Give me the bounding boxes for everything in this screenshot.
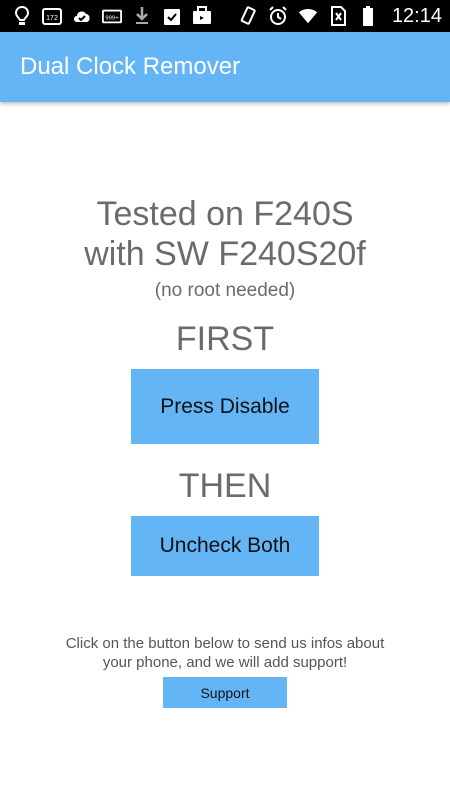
first-step-heading: FIRST: [175, 320, 275, 358]
no-root-note: (no root needed): [154, 280, 296, 301]
main-content: Tested on F240S with SW F240S20f (no roo…: [0, 102, 450, 800]
download-icon: [132, 6, 152, 26]
support-button[interactable]: Support: [163, 677, 287, 708]
status-left-icons: 172 999+: [12, 6, 212, 26]
wifi-icon: [298, 6, 318, 26]
calendar-badge-text: 172: [46, 15, 58, 22]
email-999-icon: 999+: [102, 6, 122, 26]
then-step-heading: THEN: [178, 467, 272, 505]
status-right-icons: 12:14: [238, 5, 442, 28]
status-time: 12:14: [391, 4, 442, 27]
clipboard-check-icon: [162, 6, 182, 26]
check-badge-icon: [72, 6, 92, 26]
status-bar: 172 999+ 12:14: [0, 0, 450, 32]
vibrate-icon: [238, 6, 258, 26]
app-bar: Dual Clock Remover: [0, 32, 450, 102]
app-title: Dual Clock Remover: [20, 53, 241, 80]
tested-software-line: with SW F240S20f: [84, 235, 366, 273]
calendar-172-icon: 172: [42, 6, 62, 26]
uncheck-both-button[interactable]: Uncheck Both: [131, 516, 319, 576]
alarm-icon: [268, 6, 288, 26]
no-sim-icon: [328, 6, 348, 26]
tested-device-line: Tested on F240S: [96, 195, 354, 233]
location-pin-icon: [12, 6, 32, 26]
briefcase-icon: [192, 6, 212, 26]
support-text-line2: your phone, and we will add support!: [102, 654, 348, 671]
tested-info: Tested on F240S with SW F240S20f: [0, 194, 450, 274]
email-badge-text: 999+: [105, 16, 119, 22]
press-disable-button[interactable]: Press Disable: [131, 369, 319, 444]
support-text-line1: Click on the button below to send us inf…: [65, 635, 385, 652]
battery-icon: [358, 6, 378, 26]
support-info-text: Click on the button below to send us inf…: [0, 634, 450, 672]
